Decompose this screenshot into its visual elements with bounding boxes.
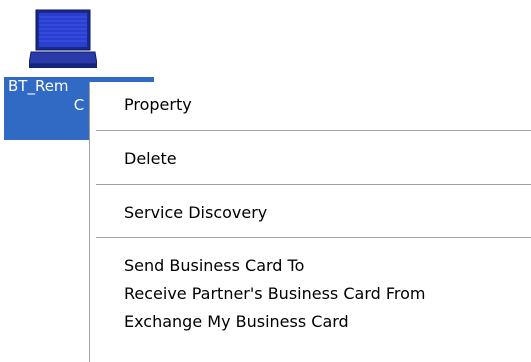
menu-item-send-business-card[interactable]: Send Business Card To xyxy=(124,255,304,277)
menu-separator xyxy=(96,237,531,239)
menu-separator xyxy=(96,184,531,186)
context-menu: Property Delete Service Discovery Send B… xyxy=(89,82,531,362)
menu-item-delete[interactable]: Delete xyxy=(124,148,177,170)
menu-item-exchange-business-card[interactable]: Exchange My Business Card xyxy=(124,311,349,333)
menu-item-service-discovery[interactable]: Service Discovery xyxy=(124,202,267,224)
menu-separator xyxy=(96,130,531,132)
menu-item-receive-business-card[interactable]: Receive Partner's Business Card From xyxy=(124,283,426,305)
laptop-icon[interactable] xyxy=(28,8,98,70)
menu-item-property[interactable]: Property xyxy=(124,94,192,116)
